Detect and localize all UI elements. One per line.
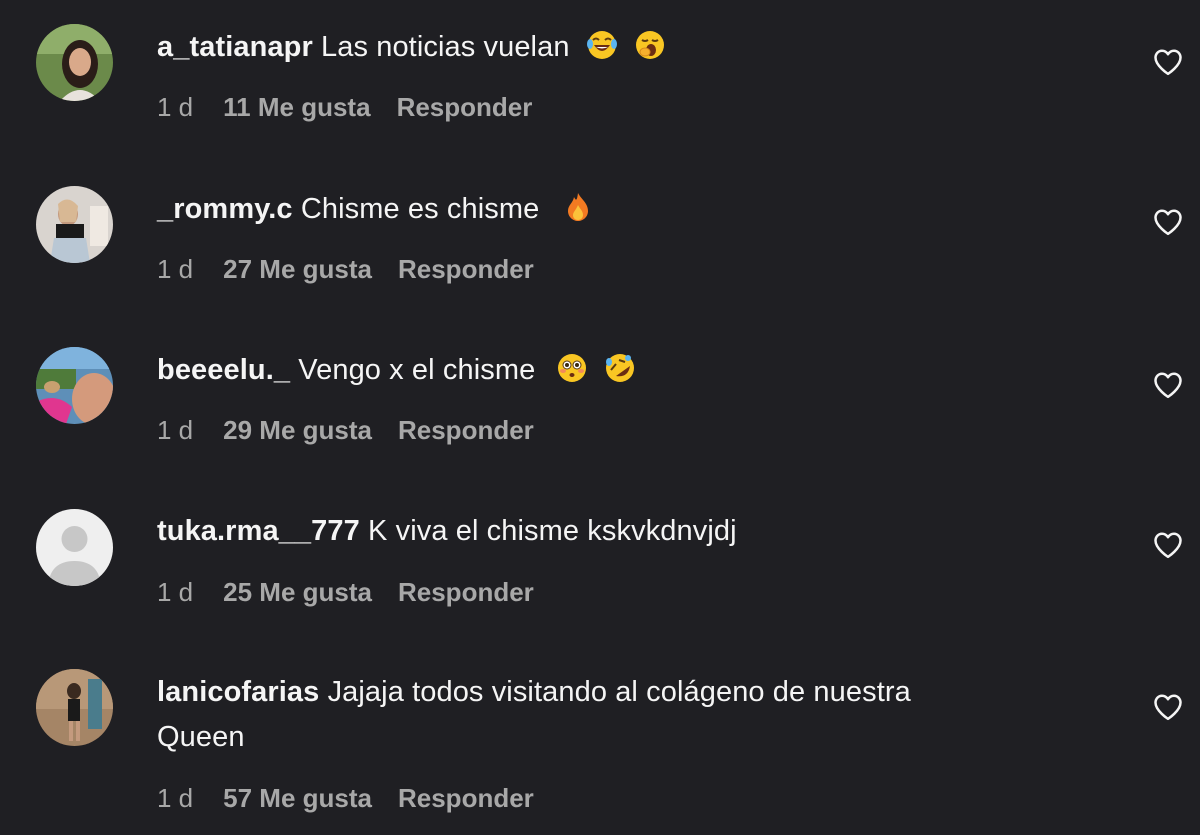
comment-time: 1 d [157,783,194,813]
comment-body: Vengo x el chisme [298,354,536,386]
comment-time: 1 d [157,415,194,445]
avatar[interactable] [36,24,113,101]
reply-button[interactable]: Responder [398,577,534,607]
reply-button[interactable]: Responder [398,783,534,813]
comment-body: Chisme es chisme [300,193,540,225]
rolling-laughing-emoji [605,354,634,382]
comment-text: lanicofarias Jajaja todos visitando al c… [157,670,1057,760]
comment-text: _rommy.c Chisme es chisme [157,187,1057,232]
comment-meta: 1 d 11 Me gusta Responder [157,92,558,122]
avatar[interactable] [36,186,113,263]
comment-time: 1 d [157,577,194,607]
comment-text: a_tatianapr Las noticias vuelan [157,25,1057,70]
heart-outline-icon[interactable] [1153,371,1183,399]
comment-username[interactable]: beeeelu._ [157,354,290,386]
comment-username[interactable]: a_tatianapr [157,31,313,63]
like-count[interactable]: 29 Me gusta [223,415,372,445]
comment-text: beeeelu._ Vengo x el chisme [157,348,1057,393]
fire-emoji [567,193,588,221]
comment-time: 1 d [157,92,194,122]
comment-time: 1 d [157,254,194,284]
comment-username[interactable]: tuka.rma__777 [157,515,360,547]
heart-outline-icon[interactable] [1153,693,1183,721]
yawning-face-emoji [635,31,664,59]
like-count[interactable]: 57 Me gusta [223,783,372,813]
comment-body-line2: Queen [157,721,245,753]
avatar[interactable] [36,669,113,746]
like-count[interactable]: 27 Me gusta [223,254,372,284]
comment-text: tuka.rma__777 K viva el chisme kskvkdnvj… [157,509,1057,554]
comment-body: Jajaja todos visitando al colágeno de nu… [327,676,911,708]
like-count[interactable]: 11 Me gusta [223,92,370,122]
heart-outline-icon[interactable] [1153,531,1183,559]
comment-body: K viva el chisme kskvkdnvjdj [368,515,737,547]
comment-username[interactable]: _rommy.c [157,193,293,225]
laughing-tears-emoji [586,31,617,59]
heart-outline-icon[interactable] [1153,48,1183,76]
reply-button[interactable]: Responder [398,415,534,445]
avatar[interactable] [36,347,113,424]
heart-outline-icon[interactable] [1153,208,1183,236]
comment-meta: 1 d 29 Me gusta Responder [157,415,560,445]
comment-username[interactable]: lanicofarias [157,676,319,708]
reply-button[interactable]: Responder [398,254,534,284]
comment-body: Las noticias vuelan [321,31,570,63]
comment-meta: 1 d 25 Me gusta Responder [157,577,560,607]
comment-meta: 1 d 27 Me gusta Responder [157,254,560,284]
reply-button[interactable]: Responder [397,92,533,122]
like-count[interactable]: 25 Me gusta [223,577,372,607]
comment-meta: 1 d 57 Me gusta Responder [157,783,560,813]
default-user-avatar[interactable] [36,509,113,586]
flushed-face-emoji [557,354,586,382]
